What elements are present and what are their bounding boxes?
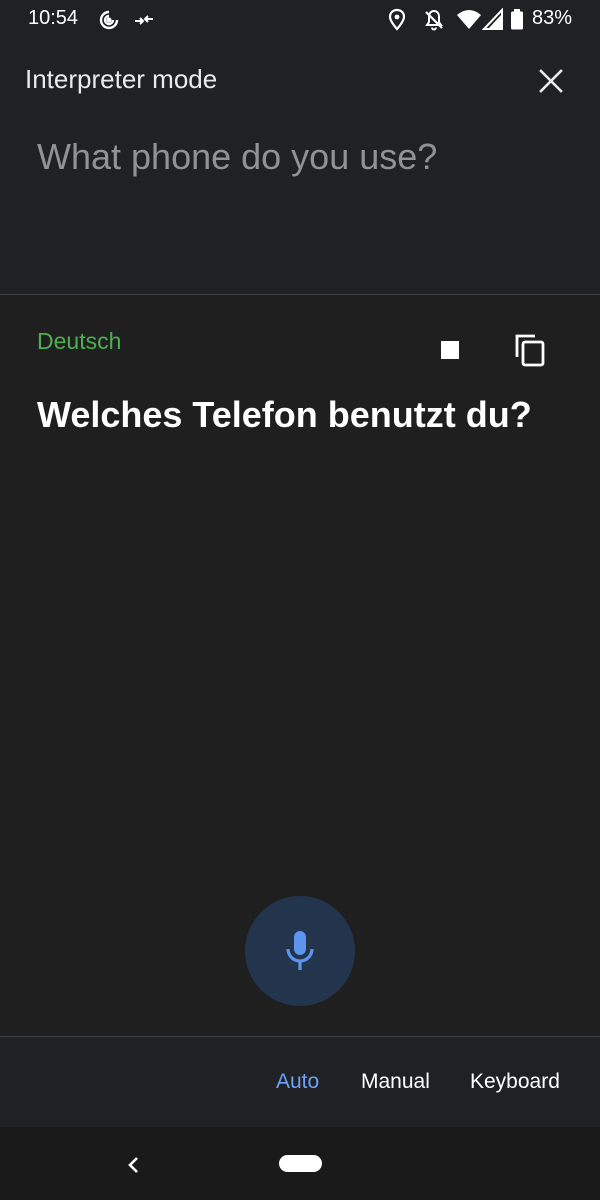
close-icon [539,69,563,93]
back-chevron-icon [128,1157,138,1173]
copy-icon [515,334,545,367]
mode-manual-tab[interactable]: Manual [361,1070,430,1094]
status-time: 10:54 [28,7,79,29]
stop-playback-button[interactable] [430,330,470,370]
mode-auto-tab[interactable]: Auto [276,1070,319,1094]
interpreter-screen: 10:54 83% Interpreter mode What phone do… [0,0,600,1200]
hotspot-icon [97,8,121,37]
source-text: What phone do you use? [37,136,438,177]
close-button[interactable] [530,60,572,102]
wifi-icon [456,8,482,37]
stop-icon [441,341,459,359]
location-icon [386,8,408,37]
data-transfer-icon [132,8,156,37]
mode-keyboard-tab[interactable]: Keyboard [470,1070,560,1094]
microphone-icon [286,931,314,970]
copy-button[interactable] [508,328,552,372]
page-title: Interpreter mode [25,64,218,94]
microphone-button[interactable] [245,896,355,1006]
translated-text: Welches Telefon benutzt du? [37,394,532,435]
target-language-label: Deutsch [37,328,122,354]
cellular-signal-icon [481,7,504,37]
notifications-off-icon [422,8,446,37]
battery-percentage: 83% [531,7,572,29]
home-pill-icon[interactable] [279,1155,322,1172]
battery-icon [510,8,524,37]
back-button[interactable] [118,1150,148,1180]
status-bar: 10:54 83% [0,0,600,38]
